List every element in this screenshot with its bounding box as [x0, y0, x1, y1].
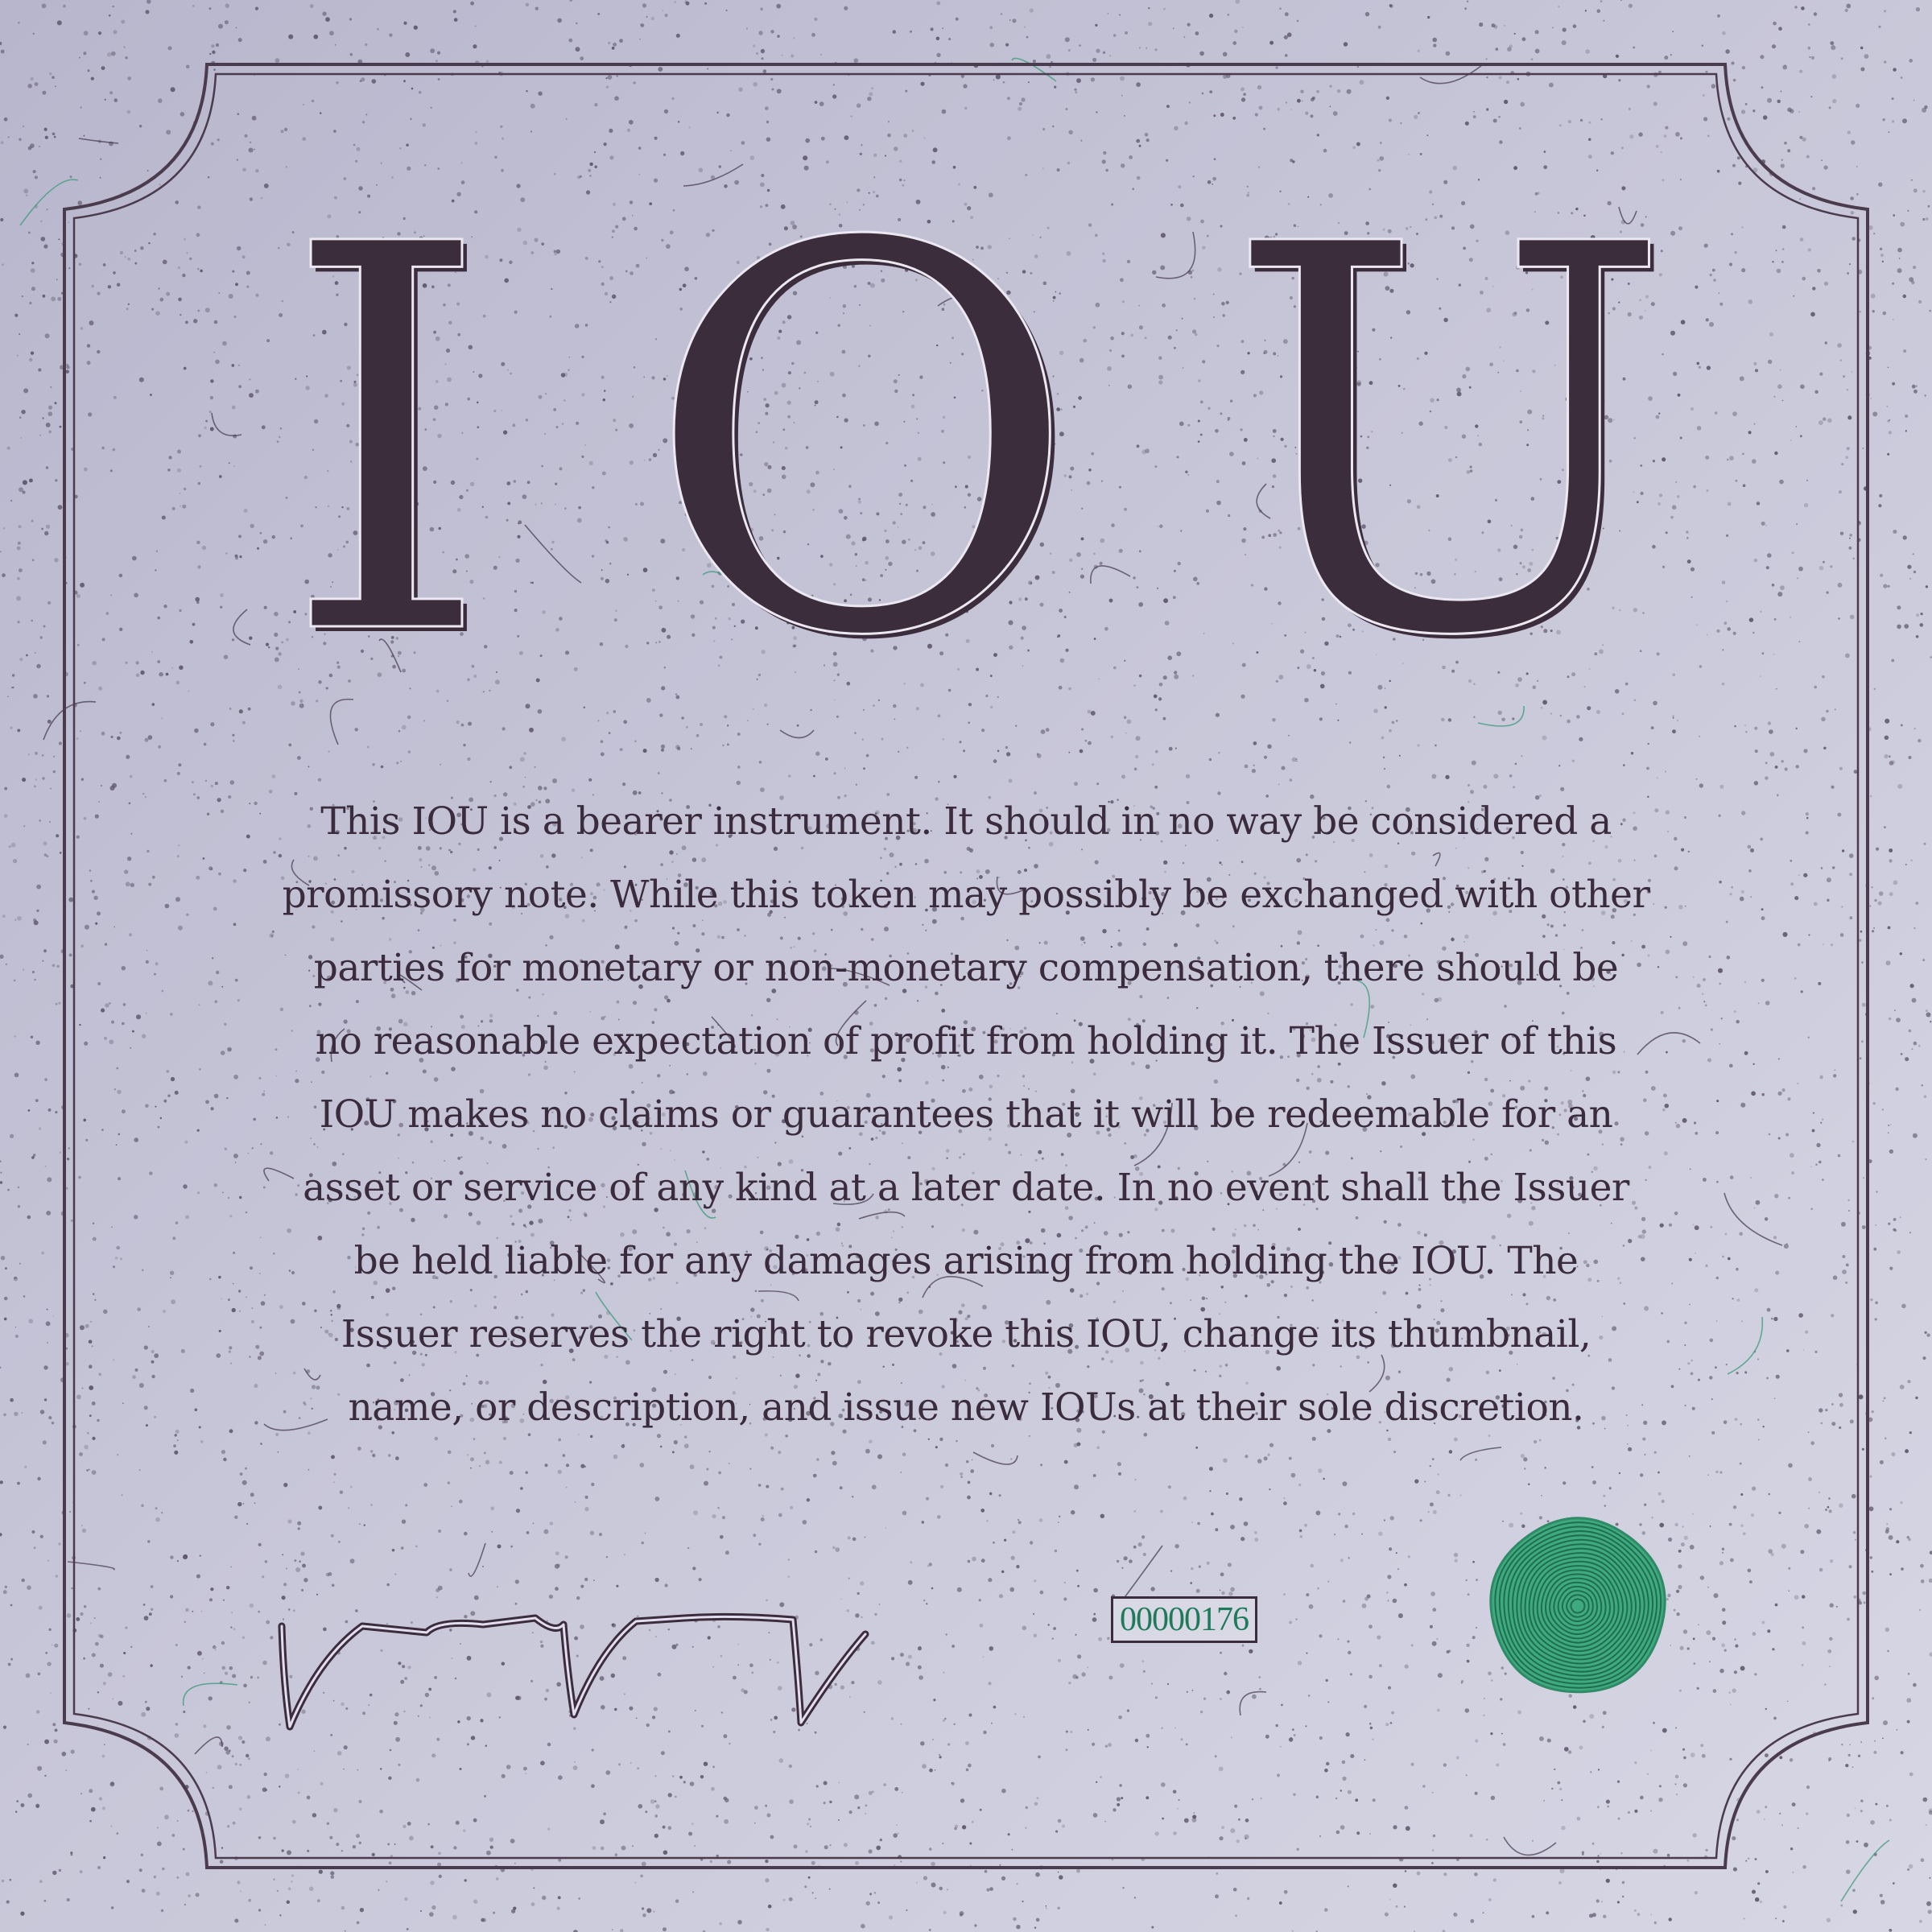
seal-icon: [1489, 1517, 1666, 1694]
iou-certificate: I O U This IOU is a bearer instrument. I…: [0, 0, 1932, 1932]
